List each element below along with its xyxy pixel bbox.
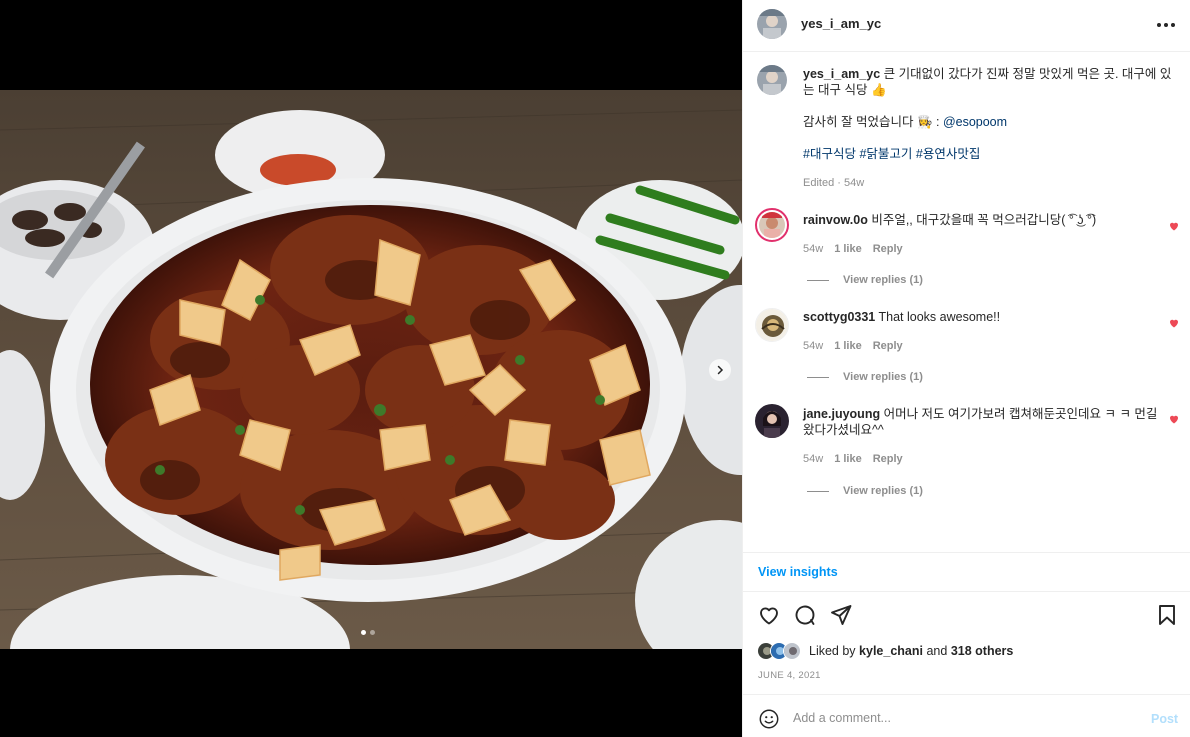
post-date[interactable]: JUNE 4, 2021 [758,670,821,681]
thumbs-up-emoji: 👍 [870,83,887,97]
carousel-dot [361,630,366,635]
food-photo-illustration [0,90,742,649]
more-icon [1157,23,1175,27]
bookmark-icon[interactable] [1155,603,1179,627]
comment-input[interactable] [793,706,1133,730]
food-photo[interactable] [0,90,742,649]
emoji-icon[interactable] [758,708,780,730]
more-options-button[interactable] [1157,20,1177,30]
comment-actions: 54w 1 like Reply [803,243,903,255]
comment-actions: 54w 1 like Reply [803,340,903,352]
view-replies-label: View replies (1) [843,371,923,383]
view-insights-link[interactable]: View insights [758,565,838,579]
heart-icon[interactable] [757,603,781,627]
comment-likes[interactable]: 1 like [834,453,862,465]
caption-separator: : [932,115,943,129]
view-replies-button[interactable]: View replies (1) [807,485,923,497]
add-comment-bar: Post [743,694,1190,737]
chevron-right-icon [717,365,724,375]
comment-age: 54w [803,243,824,255]
carousel-indicator [361,630,375,635]
liker-avatar [783,642,801,660]
comment-age: 54w [803,340,824,352]
comment-username[interactable]: scottyg0331 [803,310,875,324]
comment-age: 54w [803,453,824,465]
author-avatar[interactable] [757,9,787,39]
hashtag-link[interactable]: #용연사맛집 [916,147,980,161]
commenter-avatar[interactable] [755,308,789,342]
comment-body: rainvow.0o 비주얼,, 대구갔을때 꼭 먹으러갑니당( ͡° ͜ʖ ͡… [803,212,1163,228]
comment-username[interactable]: rainvow.0o [803,213,868,227]
replies-divider [807,490,829,492]
comment-text: 비주얼,, 대구갔을때 꼭 먹으러갑니당( ͡° ͜ʖ ͡°) [871,213,1097,227]
caption-username[interactable]: yes_i_am_yc [803,67,880,81]
cook-emoji: 👩‍🍳 [916,115,933,129]
post-media [0,0,742,737]
carousel-next-button[interactable] [709,359,731,381]
liked-by-others[interactable]: 318 others [951,644,1014,658]
comment-text: That looks awesome!! [878,310,1001,324]
reply-button[interactable]: Reply [873,453,903,465]
view-replies-button[interactable]: View replies (1) [807,371,923,383]
author-username[interactable]: yes_i_am_yc [801,16,881,31]
heart-icon[interactable] [1168,413,1180,425]
replies-divider [807,376,829,378]
heart-icon[interactable] [1168,317,1180,329]
likes-summary: Liked by kyle_chani and 318 others [757,641,1013,661]
reply-button[interactable]: Reply [873,340,903,352]
liked-by-user[interactable]: kyle_chani [859,644,923,658]
liker-avatars[interactable] [757,642,801,660]
replies-divider [807,279,829,281]
insights-bar: View insights [743,552,1190,592]
liked-by-and: and [926,644,948,658]
post-header: yes_i_am_yc [743,0,1190,52]
comment-username[interactable]: jane.juyoung [803,407,880,421]
comment-body: jane.juyoung 어머나 저도 여기가보려 캡쳐해둔곳인데요 ㅋ ㅋ 먼… [803,406,1163,438]
liked-by-prefix: Liked by [809,644,856,658]
comment-icon[interactable] [793,603,817,627]
view-replies-label: View replies (1) [843,485,923,497]
caption-author-avatar[interactable] [757,65,787,95]
comment-actions: 54w 1 like Reply [803,453,903,465]
hashtag-link[interactable]: #대구식당 [803,147,856,161]
post-action-bar [743,601,1190,629]
share-icon[interactable] [829,603,853,627]
commenter-avatar[interactable] [755,404,789,438]
comment-likes[interactable]: 1 like [834,340,862,352]
comment-likes[interactable]: 1 like [834,243,862,255]
mention-link[interactable]: @esopoom [943,115,1007,129]
view-replies-button[interactable]: View replies (1) [807,274,923,286]
post-caption: yes_i_am_yc 큰 기대없이 갔다가 진짜 정말 맛있게 먹은 곳. 대… [803,66,1173,191]
hashtag-list: #대구식당 #닭불고기 #용연사맛집 [803,146,1173,162]
post-side-panel: yes_i_am_yc yes_i_am_yc 큰 기대없이 갔다가 진짜 정말… [742,0,1190,737]
view-replies-label: View replies (1) [843,274,923,286]
caption-thanks: 감사히 잘 먹었습니다 [803,115,914,129]
carousel-dot [370,630,375,635]
caption-edited-meta: Edited · 54w [803,177,865,189]
hashtag-link[interactable]: #닭불고기 [859,147,912,161]
post-comment-button[interactable]: Post [1151,712,1178,726]
reply-button[interactable]: Reply [873,243,903,255]
comment-body: scottyg0331 That looks awesome!! [803,309,1163,325]
heart-icon[interactable] [1168,220,1180,232]
commenter-avatar[interactable] [755,208,789,242]
